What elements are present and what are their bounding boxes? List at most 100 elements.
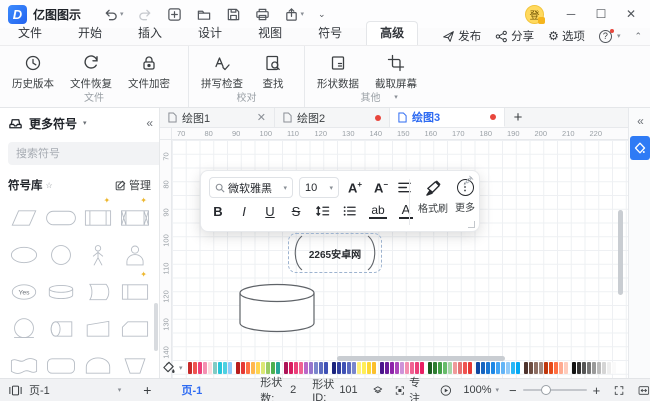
color-swatch[interactable] [352,362,356,374]
color-swatch[interactable] [372,362,376,374]
options-button[interactable]: ⚙ 选项 [548,28,585,44]
color-swatch[interactable] [266,362,270,374]
maximize-button[interactable]: ☐ [588,3,614,25]
color-swatch[interactable] [612,362,616,374]
color-swatch[interactable] [453,362,457,374]
zoom-out-button[interactable]: − [509,383,517,398]
color-swatch[interactable] [496,362,500,374]
zoom-slider-track[interactable] [523,389,587,391]
bullet-list-icon[interactable] [342,204,357,218]
shape-cylinder[interactable] [43,273,80,310]
color-swatch[interactable] [420,362,424,374]
color-swatch[interactable] [385,362,389,374]
bold-button[interactable]: B [211,204,225,219]
color-swatch[interactable] [544,362,548,374]
zoom-slider-knob[interactable] [541,385,551,395]
add-page-button[interactable]: + [143,382,151,398]
menu-file[interactable]: 文件 [18,22,42,45]
pin-toolbar-icon[interactable] [463,175,474,186]
manage-library-button[interactable]: 管理 [115,177,151,193]
color-swatch[interactable] [458,362,462,374]
format-panel-collapse-icon[interactable]: « [629,114,650,128]
font-size-select[interactable]: 10 ▾ [299,177,339,198]
italic-button[interactable]: I [237,204,251,219]
color-swatch[interactable] [390,362,394,374]
color-swatch[interactable] [188,362,192,374]
menu-symbols[interactable]: 符号 [318,22,342,45]
active-page-tab[interactable]: 页-1 [181,382,202,398]
color-swatch[interactable] [564,362,568,374]
color-swatch[interactable] [203,362,207,374]
color-swatch[interactable] [304,362,308,374]
increase-font-button[interactable]: A+ [345,180,365,195]
sidebar-scrollbar[interactable] [154,303,158,351]
login-avatar[interactable]: 登 [525,5,544,24]
menu-advanced[interactable]: 高级 [366,21,418,45]
vertical-scrollbar[interactable] [618,210,623,295]
font-family-select[interactable]: 微软雅黑 ▾ [209,177,293,198]
color-swatch[interactable] [276,362,280,374]
color-swatch[interactable] [554,362,558,374]
menu-insert[interactable]: 插入 [138,22,162,45]
color-swatch[interactable] [314,362,318,374]
color-swatch[interactable] [367,362,371,374]
shape-ellipse[interactable] [6,236,43,273]
color-swatch[interactable] [582,362,586,374]
color-swatch[interactable] [463,362,467,374]
color-swatch[interactable] [246,362,250,374]
shape-stadium[interactable] [43,199,80,236]
shape-horizontal-cylinder[interactable] [43,310,80,347]
color-swatch[interactable] [559,362,563,374]
focus-mode-button[interactable]: 专注 [395,374,425,401]
shape-yes-ellipse[interactable]: Yes [6,273,43,310]
color-swatch[interactable] [319,362,323,374]
color-swatch[interactable] [213,362,217,374]
color-swatch[interactable] [433,362,437,374]
color-swatch[interactable] [241,362,245,374]
redo-button[interactable] [138,7,153,22]
color-swatch[interactable] [529,362,533,374]
history-version-button[interactable]: 历史版本 [6,52,60,91]
fit-width-icon[interactable] [638,384,650,397]
shape-manual-operation[interactable] [80,310,117,347]
add-tab-button[interactable]: + [505,108,531,127]
strikethrough-button[interactable]: S [289,204,303,219]
doc-tab-1[interactable]: 绘图1 ✕ [160,108,275,127]
color-swatch[interactable] [438,362,442,374]
collapse-ribbon-icon[interactable]: ⌃ [634,31,642,42]
symbol-search-input[interactable] [8,142,160,165]
color-swatch[interactable] [251,362,255,374]
color-swatch[interactable] [587,362,591,374]
color-swatch[interactable] [524,362,528,374]
publish-button[interactable]: 发布 [442,28,481,44]
color-swatch[interactable] [380,362,384,374]
menu-design[interactable]: 设计 [198,22,222,45]
zoom-in-button[interactable]: + [593,383,601,398]
fill-color-button[interactable]: ▾ [162,361,183,374]
shape-actor[interactable] [116,236,153,273]
file-encrypt-button[interactable]: 文件加密 [122,52,176,91]
color-swatch[interactable] [415,362,419,374]
print-button[interactable] [255,7,270,22]
close-button[interactable]: ✕ [618,3,644,25]
doc-tab-3[interactable]: 绘图3 [390,108,505,127]
color-swatch[interactable] [476,362,480,374]
color-swatch[interactable] [357,362,361,374]
sidebar-collapse-icon[interactable]: « [146,116,151,130]
close-tab-icon[interactable]: ✕ [257,111,266,124]
color-swatch[interactable] [607,362,611,374]
shape-trapezoid[interactable] [116,347,153,378]
sidebar-title[interactable]: 更多符号 [29,115,77,132]
color-swatch[interactable] [332,362,336,374]
color-swatch[interactable] [602,362,606,374]
color-swatch[interactable] [294,362,298,374]
undo-dropdown-caret[interactable]: ▾ [120,10,124,18]
toolbar-resize-handle[interactable] [468,221,475,228]
color-swatch[interactable] [198,362,202,374]
format-painter-button[interactable]: 格式刷 [417,179,449,215]
export-button[interactable]: ▾ [284,7,305,22]
color-swatch[interactable] [577,362,581,374]
layers-icon[interactable] [372,383,384,397]
line-spacing-icon[interactable] [315,204,330,218]
undo-button[interactable]: ▾ [103,7,124,22]
